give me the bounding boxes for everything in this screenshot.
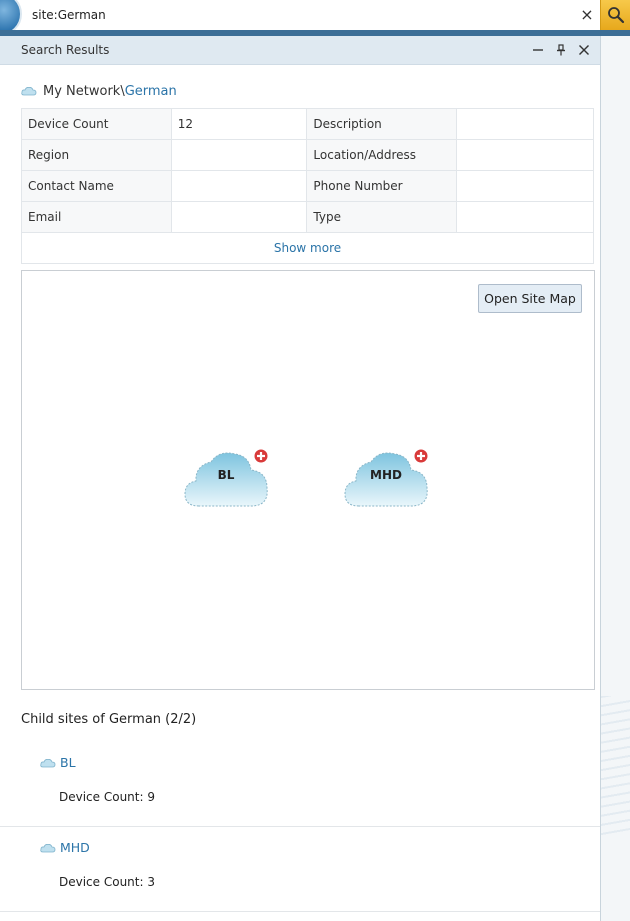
region-label: Region <box>21 139 172 171</box>
region-value <box>170 139 308 171</box>
phone-number-label: Phone Number <box>306 170 458 202</box>
email-label: Email <box>21 201 172 233</box>
table-row: Region Location/Address <box>21 139 594 171</box>
search-button[interactable] <box>600 0 630 30</box>
pin-button[interactable] <box>551 40 571 60</box>
list-item: MHD Device Count: 3 <box>0 826 600 912</box>
expand-plus-icon[interactable] <box>253 448 269 464</box>
close-panel-button[interactable] <box>574 40 594 60</box>
expand-plus-icon[interactable] <box>413 448 429 464</box>
child-device-count: Device Count: 9 <box>59 790 155 804</box>
child-site-name: BL <box>60 755 76 770</box>
type-value <box>456 201 594 233</box>
child-site-name: MHD <box>60 840 90 855</box>
child-sites-heading: Child sites of German (2/2) <box>21 712 197 727</box>
search-bar: × <box>0 0 630 36</box>
panel-title: Search Results <box>21 43 110 57</box>
panel-header: Search Results <box>0 36 600 65</box>
search-input[interactable] <box>32 4 572 26</box>
type-label: Type <box>306 201 458 233</box>
contact-name-label: Contact Name <box>21 170 172 202</box>
device-count-label: Device Count <box>21 108 172 140</box>
child-site-link[interactable]: MHD <box>40 840 90 855</box>
location-address-label: Location/Address <box>306 139 458 171</box>
cloud-site-icon <box>40 843 56 852</box>
map-node-label: BL <box>217 468 235 482</box>
device-count-value: 12 <box>170 108 308 140</box>
site-map-canvas[interactable] <box>21 270 595 690</box>
description-label: Description <box>306 108 458 140</box>
contact-name-value <box>170 170 308 202</box>
list-item: BL Device Count: 9 <box>0 741 600 827</box>
description-value <box>456 108 594 140</box>
cloud-site-icon <box>21 87 37 96</box>
map-node-mhd[interactable]: MHD <box>343 448 433 514</box>
minimize-icon <box>533 49 543 51</box>
background-pattern <box>601 696 630 836</box>
phone-number-value <box>456 170 594 202</box>
email-value <box>170 201 308 233</box>
cloud-site-icon <box>40 758 56 767</box>
search-icon <box>608 7 625 24</box>
location-address-value <box>456 139 594 171</box>
table-row: Email Type <box>21 201 594 233</box>
breadcrumb-root: My Network\ <box>43 83 125 99</box>
child-site-link[interactable]: BL <box>40 755 76 770</box>
app-background-strip <box>600 36 630 921</box>
table-row: Contact Name Phone Number <box>21 170 594 202</box>
map-node-bl[interactable]: BL <box>183 448 273 514</box>
close-icon <box>579 45 589 55</box>
show-more-cell: Show more <box>21 232 594 264</box>
site-properties-table: Device Count 12 Description Region Locat… <box>21 108 594 264</box>
minimize-button[interactable] <box>528 40 548 60</box>
table-row: Device Count 12 Description <box>21 108 594 140</box>
pin-icon <box>557 44 565 56</box>
show-more-link[interactable]: Show more <box>274 241 341 255</box>
show-more-row: Show more <box>21 232 594 264</box>
child-device-count: Device Count: 3 <box>59 875 155 889</box>
map-node-label: MHD <box>370 468 402 482</box>
open-site-map-button[interactable]: Open Site Map <box>478 284 582 313</box>
breadcrumb-current-link[interactable]: German <box>125 84 177 99</box>
clear-search-button[interactable]: × <box>576 4 598 26</box>
breadcrumb: My Network\ German <box>21 82 177 100</box>
